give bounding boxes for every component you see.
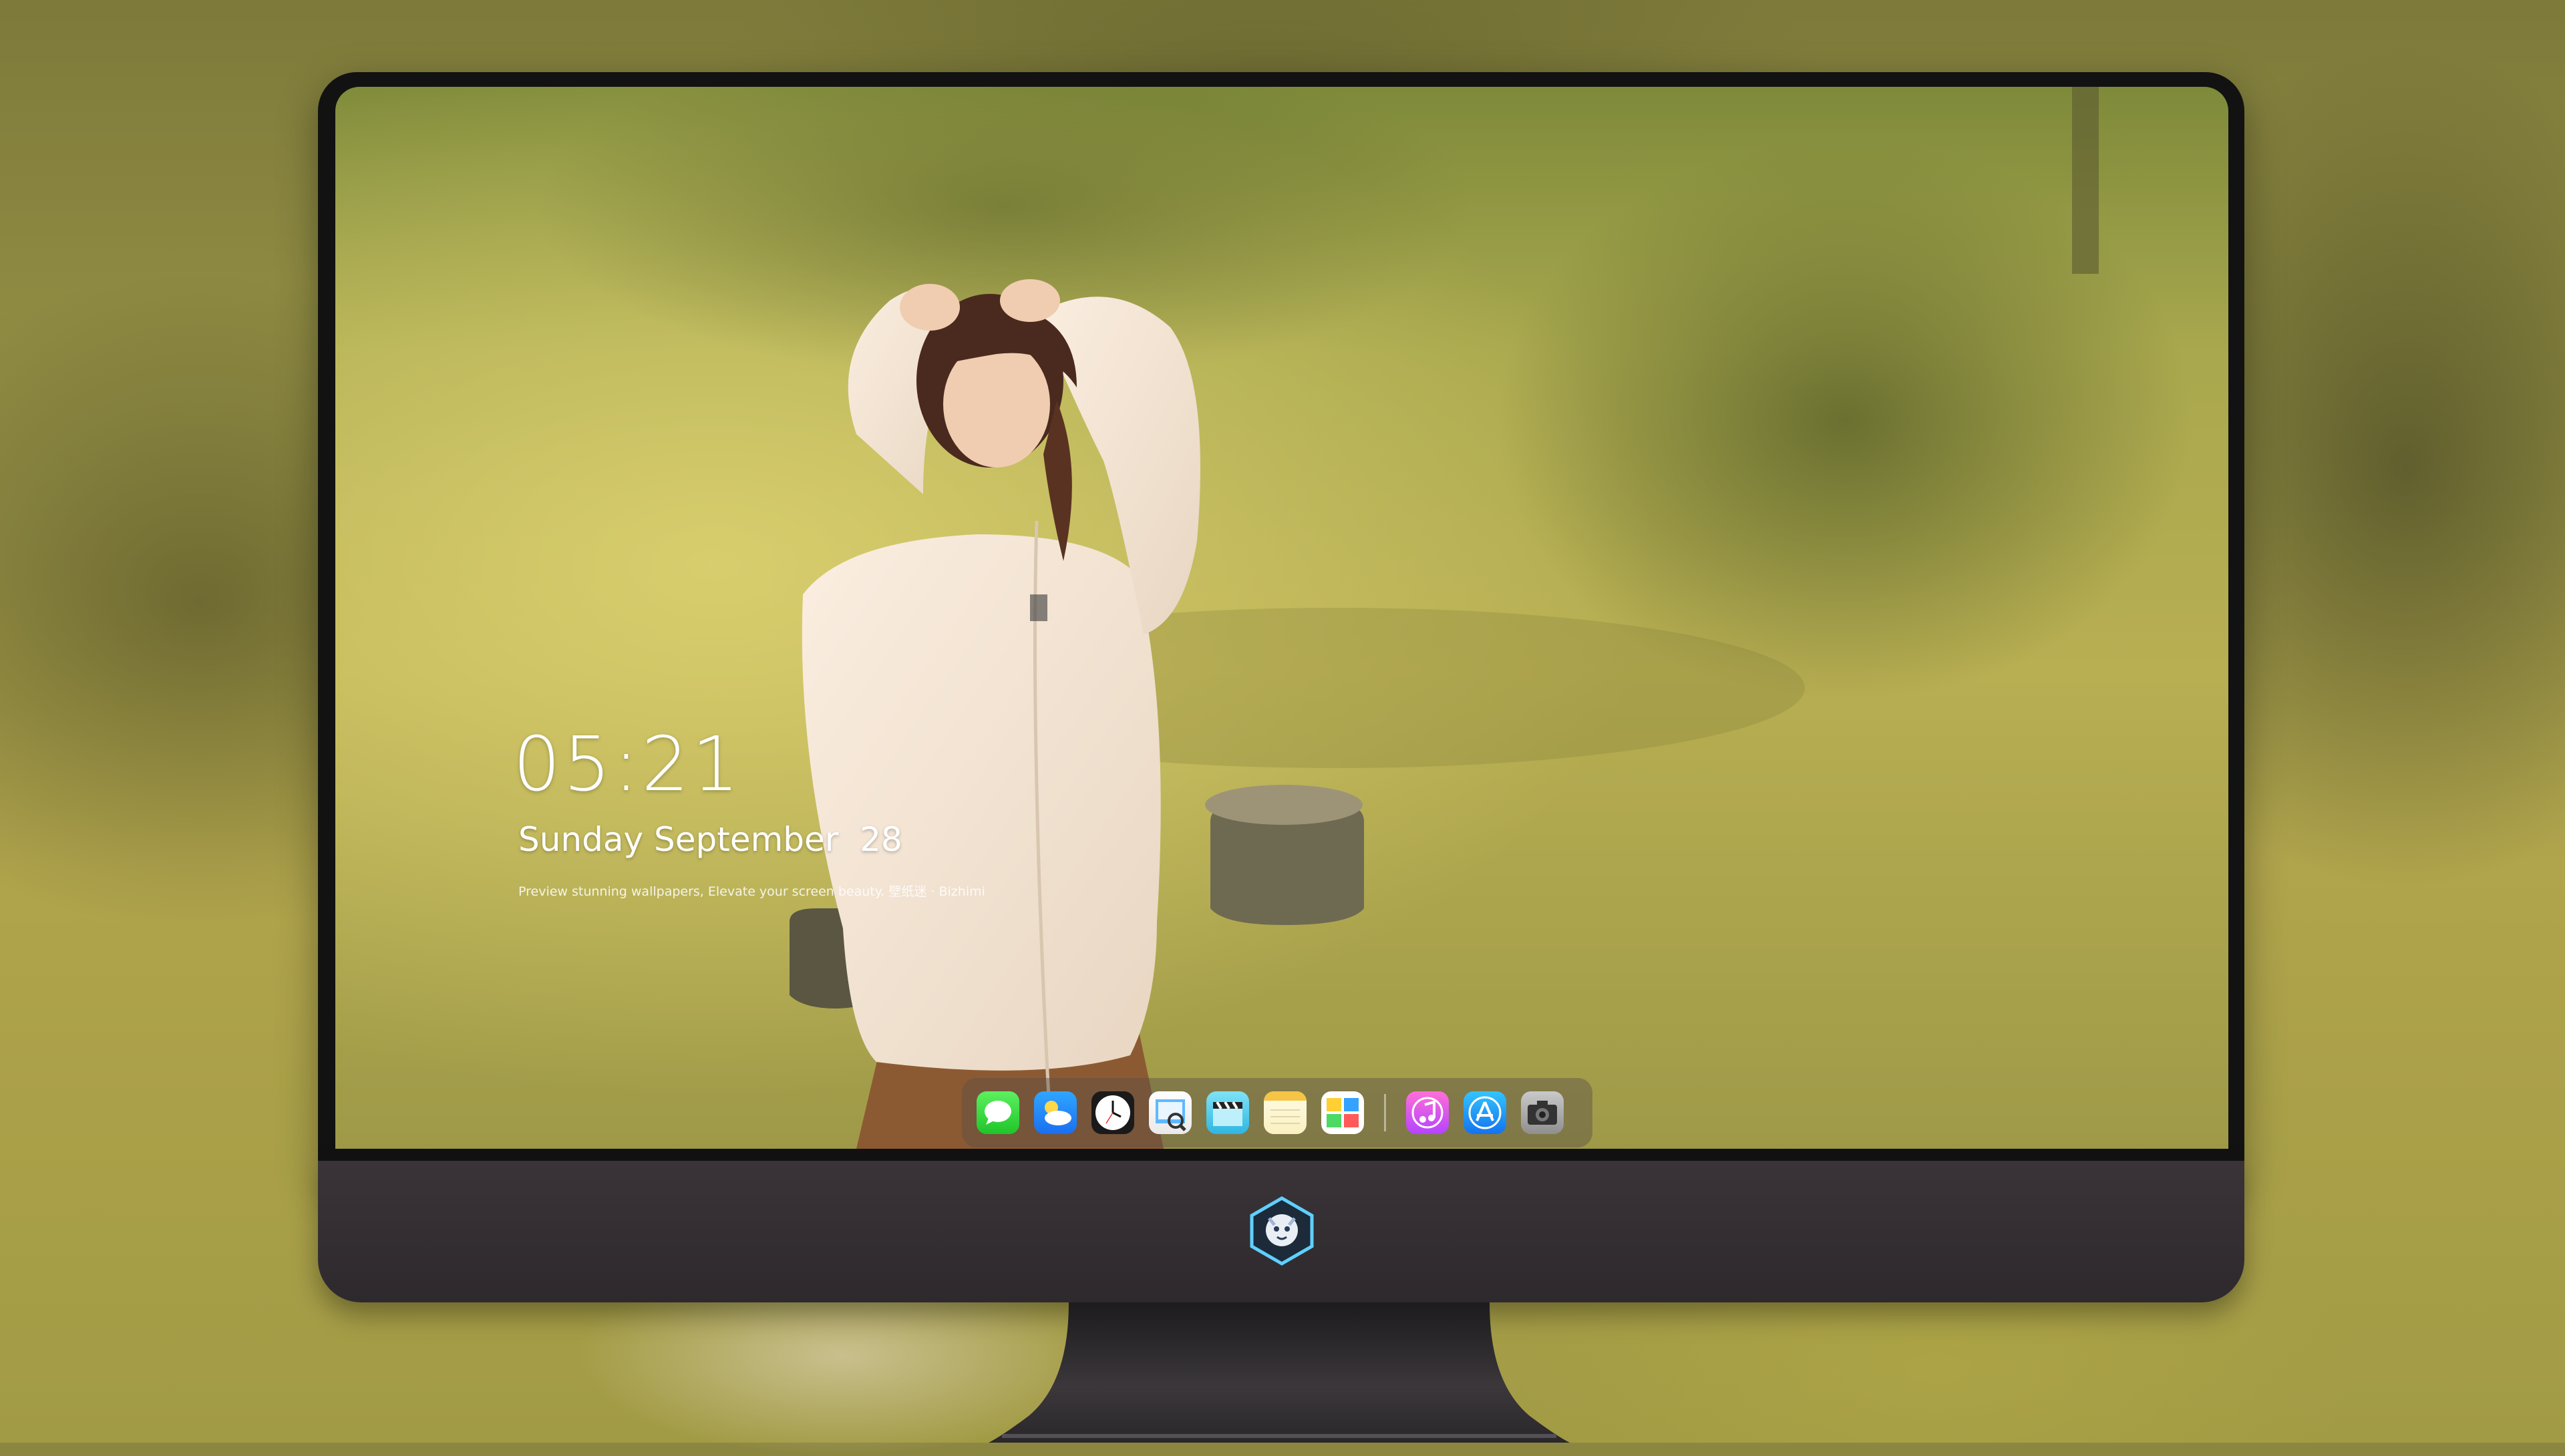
photos-icon[interactable] bbox=[1321, 1091, 1364, 1134]
lock-screen-date: Sunday September 28 bbox=[518, 820, 902, 859]
video-clapper-icon[interactable] bbox=[1206, 1091, 1249, 1134]
weather-icon[interactable] bbox=[1034, 1091, 1077, 1134]
brand-logo-icon bbox=[1250, 1196, 1314, 1266]
dock bbox=[962, 1078, 1592, 1147]
preview-icon[interactable] bbox=[1149, 1091, 1192, 1134]
clock-icon[interactable] bbox=[1091, 1091, 1134, 1134]
messages-icon[interactable] bbox=[977, 1091, 1019, 1134]
music-icon[interactable] bbox=[1406, 1091, 1449, 1134]
lock-screen-time: 05:21 bbox=[513, 721, 742, 808]
notes-icon[interactable] bbox=[1264, 1091, 1307, 1134]
camera-icon[interactable] bbox=[1521, 1091, 1564, 1134]
dock-separator bbox=[1384, 1094, 1386, 1131]
app-store-icon[interactable] bbox=[1464, 1091, 1506, 1134]
lock-screen-tagline: Preview stunning wallpapers, Elevate you… bbox=[518, 884, 985, 899]
monitor-screen: 05:21 Sunday September 28 Preview stunni… bbox=[335, 87, 2228, 1149]
monitor-stand bbox=[989, 1302, 1570, 1443]
wallpaper-photo bbox=[335, 87, 2228, 1149]
